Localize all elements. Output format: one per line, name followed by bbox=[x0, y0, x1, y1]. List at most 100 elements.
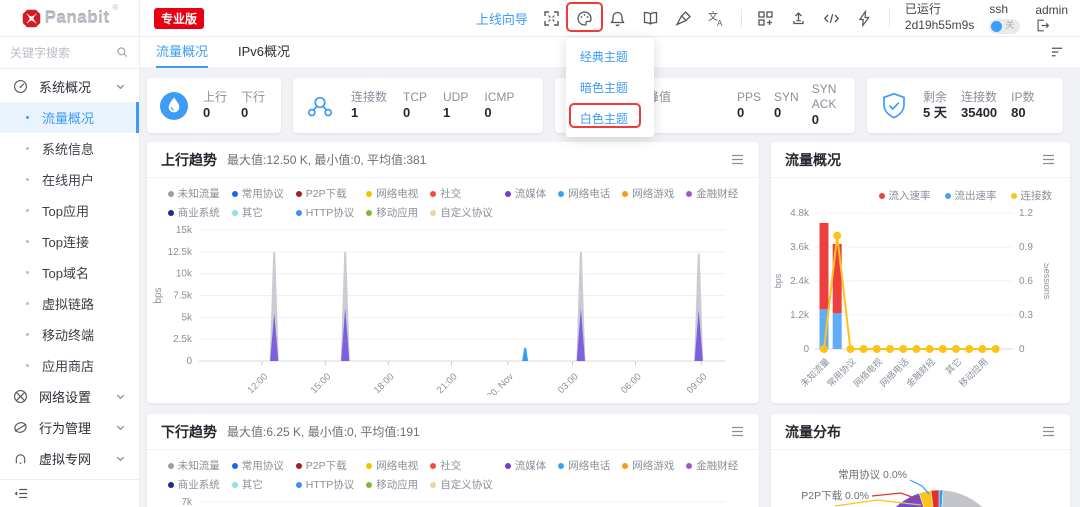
theme-option[interactable]: 暗色主题 bbox=[566, 72, 654, 103]
legend-item[interactable]: 流入速率 bbox=[879, 188, 931, 203]
legend-item[interactable]: 未知流量 bbox=[168, 186, 220, 201]
sidebar-item[interactable]: Top应用 bbox=[0, 195, 139, 226]
legend-item[interactable]: 社交 bbox=[430, 186, 493, 201]
legend-item[interactable]: 流媒体 bbox=[505, 458, 547, 473]
sidebar-item[interactable]: 流量概况 bbox=[0, 102, 139, 133]
theme-palette-icon[interactable]: 经典主题暗色主题白色主题 bbox=[576, 9, 594, 27]
legend-item[interactable]: 网络游戏 bbox=[622, 458, 674, 473]
svg-text:12.5k: 12.5k bbox=[168, 247, 193, 258]
legend-item[interactable]: 自定义协议 bbox=[430, 205, 493, 220]
legend-item[interactable]: 未知流量 bbox=[168, 458, 220, 473]
legend-item[interactable]: 其它 bbox=[232, 477, 284, 492]
legend-dot bbox=[558, 463, 564, 469]
sidebar-item[interactable]: 在线用户 bbox=[0, 164, 139, 195]
sidebar-item[interactable]: 虚拟链路 bbox=[0, 288, 139, 319]
sidebar-menu: 系统概况流量概况系统信息在线用户Top应用Top连接Top域名虚拟链路移动终端应… bbox=[0, 69, 139, 479]
sidebar-section[interactable]: 虚拟专网 bbox=[0, 443, 139, 474]
legend-item[interactable]: 网络游戏 bbox=[622, 186, 674, 201]
legend-item[interactable]: HTTP协议 bbox=[296, 205, 354, 220]
overview-chart[interactable]: 001.2k0.32.4k0.63.6k0.94.8k1.2bpsSession… bbox=[771, 203, 1070, 395]
legend-item[interactable]: 网络电视 bbox=[366, 458, 418, 473]
downstream-chart[interactable]: 7kbps bbox=[147, 494, 759, 507]
logout-icon[interactable] bbox=[1035, 18, 1050, 33]
legend-item[interactable]: 金融财经 bbox=[686, 186, 738, 201]
tab[interactable]: IPv6概况 bbox=[238, 37, 290, 68]
quick-action-lightning-icon[interactable] bbox=[856, 9, 874, 27]
notification-bell-icon[interactable] bbox=[609, 9, 627, 27]
sidebar-section[interactable]: 网络设置 bbox=[0, 381, 139, 412]
fullscreen-icon[interactable] bbox=[543, 9, 561, 27]
theme-option[interactable]: 白色主题 bbox=[566, 103, 654, 134]
panel-menu-icon[interactable] bbox=[730, 424, 745, 439]
legend-item[interactable]: 流媒体 bbox=[505, 186, 547, 201]
logo-reg: ® bbox=[113, 3, 119, 12]
legend-dot bbox=[232, 482, 238, 488]
legend-item[interactable]: 流出速率 bbox=[945, 188, 997, 203]
legend-item[interactable]: 移动应用 bbox=[366, 205, 418, 220]
bullet-dot bbox=[26, 240, 29, 243]
translate-icon[interactable]: 文A bbox=[708, 9, 726, 27]
layout-grid-icon[interactable] bbox=[757, 9, 775, 27]
sidebar-item[interactable]: Top域名 bbox=[0, 257, 139, 288]
legend-item[interactable]: 商业系统 bbox=[168, 205, 220, 220]
search-icon[interactable] bbox=[116, 45, 129, 60]
tabs: 流量概况 IPv6概况 bbox=[156, 37, 320, 68]
sidebar-item[interactable]: 应用商店 bbox=[0, 350, 139, 381]
logo[interactable]: Panabit ® bbox=[0, 0, 140, 36]
ssh-toggle[interactable]: 关 bbox=[989, 19, 1020, 34]
wizard-link[interactable]: 上线向导 bbox=[476, 9, 528, 28]
sidebar-item[interactable]: Top连接 bbox=[0, 226, 139, 257]
legend-item[interactable]: 常用协议 bbox=[232, 186, 284, 201]
metric-label: SYN ACK bbox=[812, 82, 842, 112]
sidebar-section[interactable]: 系统概况 bbox=[0, 71, 139, 102]
metric-label: SYN bbox=[774, 90, 799, 105]
legend-item[interactable]: 其它 bbox=[232, 205, 284, 220]
legend-item[interactable]: 网络电视 bbox=[366, 186, 418, 201]
stat-card: 剩余5 天连接数35400IP数80 bbox=[867, 78, 1063, 133]
search-input[interactable] bbox=[10, 46, 112, 60]
code-icon[interactable] bbox=[823, 9, 841, 27]
legend-item[interactable]: 连接数 bbox=[1011, 188, 1053, 203]
edition-badge: 专业版 bbox=[154, 8, 204, 29]
sort-filter-icon[interactable] bbox=[1050, 45, 1064, 59]
legend-dot bbox=[430, 210, 436, 216]
sidebar-item[interactable]: 系统信息 bbox=[0, 133, 139, 164]
manual-book-icon[interactable] bbox=[642, 9, 660, 27]
legend-item[interactable]: 金融财经 bbox=[686, 458, 738, 473]
legend-item[interactable]: 自定义协议 bbox=[430, 477, 493, 492]
metric-value: 0 bbox=[241, 105, 265, 121]
legend-item[interactable]: P2P下载 bbox=[296, 186, 354, 201]
upgrade-icon[interactable] bbox=[790, 9, 808, 27]
panel-header: 上行趋势 最大值:12.50 K, 最小值:0, 平均值:381 bbox=[147, 142, 759, 178]
metric: 连接数1 bbox=[351, 90, 387, 121]
legend-item[interactable]: HTTP协议 bbox=[296, 477, 354, 492]
collapse-menu-icon[interactable] bbox=[13, 486, 28, 501]
metric-label: IP数 bbox=[1011, 90, 1034, 105]
svg-text:0: 0 bbox=[1019, 344, 1025, 355]
panel-menu-icon[interactable] bbox=[1041, 424, 1056, 439]
legend-label: 金融财经 bbox=[696, 186, 738, 201]
metric: IP数80 bbox=[1011, 90, 1034, 121]
distribution-pie-chart[interactable]: 常用协议 0.0%P2P下载 0.0% bbox=[771, 450, 1070, 507]
legend-dot bbox=[879, 193, 885, 199]
panel-menu-icon[interactable] bbox=[1041, 152, 1056, 167]
upstream-chart[interactable]: 02.5k5k7.5k10k12.5k15kbps12:0015:0018:00… bbox=[147, 222, 759, 395]
legend-label: 网络电视 bbox=[376, 458, 418, 473]
clean-broom-icon[interactable] bbox=[675, 9, 693, 27]
legend-item[interactable]: 网络电话 bbox=[558, 458, 610, 473]
legend-item[interactable]: 移动应用 bbox=[366, 477, 418, 492]
legend-dot bbox=[505, 463, 511, 469]
legend-item[interactable]: P2P下载 bbox=[296, 458, 354, 473]
legend-label: 网络电视 bbox=[376, 186, 418, 201]
panel-menu-icon[interactable] bbox=[730, 152, 745, 167]
sidebar-section[interactable]: 行为管理 bbox=[0, 412, 139, 443]
tab[interactable]: 流量概况 bbox=[156, 37, 208, 68]
panel-stats: 最大值:6.25 K, 最小值:0, 平均值:191 bbox=[227, 423, 420, 440]
legend-item[interactable]: 网络电话 bbox=[558, 186, 610, 201]
sidebar-item[interactable]: 移动终端 bbox=[0, 319, 139, 350]
theme-option[interactable]: 经典主题 bbox=[566, 41, 654, 72]
legend-item[interactable]: 商业系统 bbox=[168, 477, 220, 492]
sidebar-item-label: 虚拟链路 bbox=[42, 294, 94, 313]
legend-item[interactable]: 常用协议 bbox=[232, 458, 284, 473]
legend-item[interactable]: 社交 bbox=[430, 458, 493, 473]
